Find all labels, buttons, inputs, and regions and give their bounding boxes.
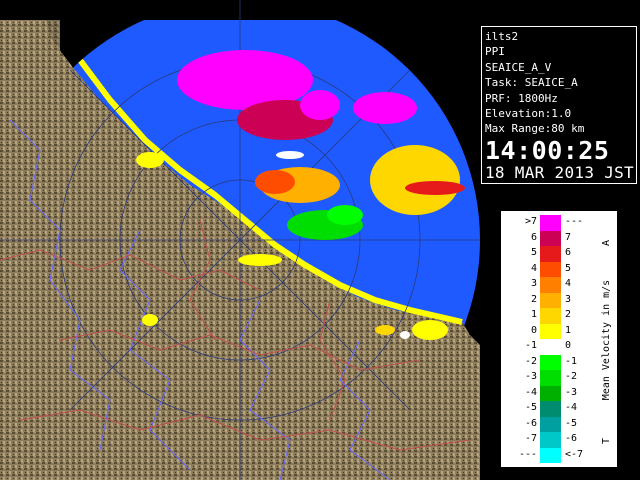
legend-title-column: A Mean Velocity in m/s T	[601, 240, 612, 444]
legend-label-left: -5	[524, 402, 537, 413]
scan-time: 14:00:25	[485, 135, 610, 165]
legend-label-right: -3	[565, 386, 578, 398]
legend-label-right: 3	[565, 293, 572, 305]
legend-swatch	[540, 277, 561, 293]
task-label: Task: SEAICE_A	[485, 76, 578, 90]
velocity-color-legend: >7 --- 6 7 5 6 4 5 3 4 2 3 1 2 0 1 -1 0 -2 -1 -3 -2 -4 -3 -5 -4 -6…	[500, 210, 618, 468]
legend-swatch	[540, 401, 561, 417]
legend-label-left: 1	[530, 309, 537, 320]
legend-label-right: 1	[565, 324, 572, 336]
legend-arrow-bottom: T	[601, 438, 612, 444]
legend-label-left: 4	[530, 262, 537, 274]
echo-yellow-east	[370, 145, 460, 215]
legend-swatch	[540, 230, 561, 246]
legend-arrow-top: A	[601, 240, 612, 246]
legend-title: Mean Velocity in m/s	[601, 280, 612, 400]
legend-swatch	[540, 323, 561, 339]
legend-label-right: <-7	[565, 448, 584, 460]
legend-label-right: 5	[565, 262, 572, 274]
legend-label-right: 6	[565, 247, 572, 258]
legend-label-left: 5	[530, 247, 537, 258]
legend-swatch	[540, 354, 561, 370]
legend-label-right: ---	[565, 216, 584, 227]
legend-swatch	[540, 246, 561, 262]
legend-label-right: 0	[565, 340, 572, 351]
legend-label-left: -4	[524, 386, 537, 398]
legend-label-left: >7	[524, 216, 537, 227]
legend-label-right: -6	[565, 433, 578, 444]
legend-swatch	[540, 447, 561, 463]
legend-label-right: -2	[565, 371, 578, 382]
task-configuration: SEAICE_A_V	[485, 60, 552, 74]
legend-label-left: -2	[524, 355, 537, 367]
legend-label-left: 0	[530, 324, 537, 336]
max-range-label: Max Range:80 km	[485, 122, 585, 136]
legend-label-right: -1	[565, 355, 578, 367]
legend-swatch	[540, 308, 561, 324]
elevation-label: Elevation:1.0	[485, 107, 572, 121]
legend-swatch	[540, 432, 561, 448]
legend-label-right: 2	[565, 309, 572, 320]
legend-label-left: 6	[530, 231, 537, 243]
product-type: PPI	[485, 45, 505, 59]
legend-swatch	[540, 385, 561, 401]
legend-label-right: 7	[565, 231, 572, 243]
legend-swatch	[540, 292, 561, 308]
legend-label-left: 2	[530, 293, 537, 305]
legend-label-left: -3	[524, 371, 537, 382]
echo-magenta-east	[353, 92, 417, 124]
legend-label-left: -6	[524, 417, 537, 429]
legend-swatch	[540, 370, 561, 386]
legend-label-left: 3	[530, 278, 537, 289]
legend-label-left: -7	[524, 433, 537, 444]
legend-label-right: -5	[565, 417, 578, 429]
scan-date: 18 MAR 2013 JST	[485, 162, 634, 182]
info-panel: ilts2 PPI SEAICE_A_V Task: SEAICE_A PRF:…	[481, 26, 637, 184]
radar-ppi-display	[0, 0, 480, 480]
legend-swatch	[540, 215, 561, 231]
legend-swatch	[540, 339, 561, 355]
legend-label-left: -1	[524, 340, 537, 351]
legend-label-right: -4	[565, 402, 578, 413]
legend-swatch	[540, 416, 561, 432]
prf-label: PRF: 1800Hz	[485, 91, 558, 105]
site-name: ilts2	[485, 30, 519, 43]
legend-label-right: 4	[565, 278, 572, 289]
legend-swatch	[540, 261, 561, 277]
legend-label-left: ---	[518, 448, 537, 460]
